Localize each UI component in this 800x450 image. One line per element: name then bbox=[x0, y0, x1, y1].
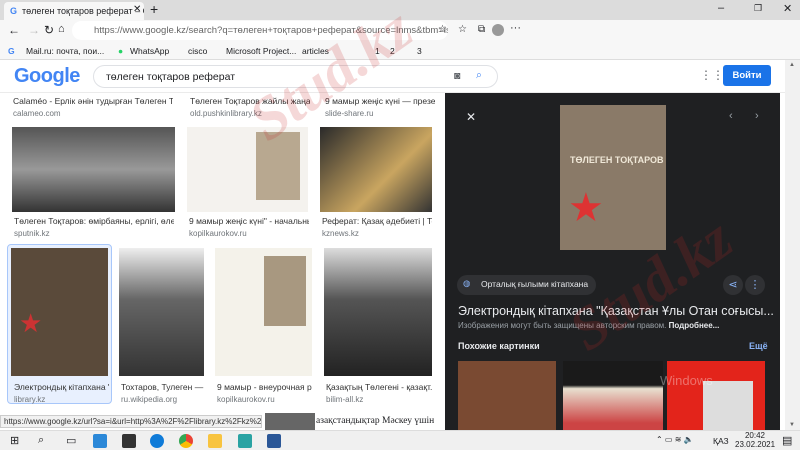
close-window-icon[interactable]: ✕ bbox=[783, 2, 792, 15]
bookmark-whatsapp[interactable]: WhatsApp bbox=[130, 46, 169, 56]
result-card[interactable]: 9 мамыр - внеурочная ра...kopilkaurokov.… bbox=[217, 382, 312, 404]
result-card[interactable]: Calaméo - Ерлік әнін тудырған Төлеген То… bbox=[13, 96, 173, 118]
favorites-icon[interactable]: ☆ bbox=[458, 24, 467, 35]
image-preview-panel: ✕ ‹ › ТӨЛЕГЕН ТОҚТАРОВ ★ ◍ Орталық ғылыми… bbox=[445, 93, 780, 430]
bookmark-2[interactable]: 2 bbox=[390, 46, 395, 56]
file-explorer-icon[interactable] bbox=[208, 434, 222, 448]
taskbar: ⊞ ⌕ ▭ ⌃ ▭ ≋ 🔈 ҚАЗ 20:42 23.02.2021 ▤ bbox=[0, 430, 800, 450]
status-bar: https://www.google.kz/url?sa=i&url=http%… bbox=[0, 415, 262, 428]
forward-icon[interactable]: → bbox=[28, 23, 40, 37]
start-icon[interactable]: ⊞ bbox=[10, 434, 19, 447]
new-tab-icon[interactable]: + bbox=[150, 1, 158, 17]
taskbar-search-icon[interactable]: ⌕ bbox=[38, 434, 44, 447]
google-bookmark-icon[interactable]: G bbox=[8, 46, 15, 56]
result-image[interactable] bbox=[187, 127, 308, 212]
similar-image[interactable] bbox=[563, 361, 663, 430]
similar-more-link[interactable]: Ещё bbox=[749, 341, 768, 351]
result-image[interactable]: ★ bbox=[11, 248, 108, 376]
camera-icon[interactable]: ◙ bbox=[454, 70, 460, 82]
collections-icon[interactable]: ⧉ bbox=[478, 24, 485, 35]
book-title: ТӨЛЕГЕН ТОҚТАРОВ bbox=[570, 155, 664, 165]
copyright-notice: Изображения могут быть защищены авторски… bbox=[458, 321, 667, 330]
apps-grid-icon[interactable]: ⋮⋮ bbox=[700, 68, 724, 82]
whatsapp-taskbar-icon[interactable] bbox=[238, 434, 252, 448]
previous-icon[interactable]: ‹ bbox=[729, 110, 733, 122]
google-logo[interactable]: Google bbox=[14, 65, 80, 88]
globe-icon: ◍ bbox=[463, 278, 471, 288]
chrome-icon[interactable] bbox=[179, 434, 193, 448]
result-card[interactable]: Электрондық кітапхана "... library.kz bbox=[14, 382, 109, 404]
share-icon[interactable]: ⋖ bbox=[723, 275, 743, 295]
result-card[interactable]: Қазақтың Төлегені - қазақт... bilim-all.k… bbox=[326, 382, 432, 404]
result-image[interactable] bbox=[265, 413, 315, 430]
language-indicator[interactable]: ҚАЗ bbox=[713, 436, 729, 446]
result-card[interactable]: 9 мамыр жеңіс күні" - начальны... kopilka… bbox=[189, 216, 309, 238]
whatsapp-icon: ● bbox=[118, 46, 124, 56]
tray-icons[interactable]: ⌃ ▭ ≋ 🔈 bbox=[656, 435, 694, 444]
next-icon[interactable]: › bbox=[755, 110, 759, 122]
back-icon[interactable]: ← bbox=[8, 23, 20, 37]
restore-icon[interactable]: ❐ bbox=[754, 3, 762, 14]
more-info-link[interactable]: Подробнее... bbox=[669, 321, 720, 330]
browser-tab[interactable]: G төлеген тоқтаров реферат – Go bbox=[4, 2, 144, 20]
result-image[interactable] bbox=[324, 248, 432, 376]
more-options-icon[interactable]: ⋮ bbox=[745, 275, 765, 295]
similar-image[interactable] bbox=[458, 361, 556, 430]
notifications-icon[interactable]: ▤ bbox=[782, 434, 792, 447]
avatar[interactable] bbox=[492, 24, 504, 36]
similar-heading: Похожие картинки bbox=[458, 341, 540, 351]
result-card[interactable]: 9 мамыр жеңіс күні — презен...slide-shar… bbox=[325, 96, 435, 118]
bookmark-microsoft-project[interactable]: Microsoft Project... bbox=[226, 46, 296, 56]
result-image[interactable] bbox=[12, 127, 175, 212]
task-view-icon[interactable]: ▭ bbox=[66, 434, 76, 447]
result-card[interactable]: Тохтаров, Тулеген — В...ru.wikipedia.org bbox=[121, 382, 206, 404]
page-scrollbar[interactable]: ▲ ▼ bbox=[785, 60, 800, 430]
close-icon[interactable]: ✕ bbox=[466, 110, 476, 124]
url-text: https://www.google.kz/search?q=төлеген+т… bbox=[94, 25, 448, 36]
red-star-icon: ★ bbox=[568, 186, 604, 230]
result-image[interactable] bbox=[320, 127, 432, 212]
tab-bar: G төлеген тоқтаров реферат – Go ✕ + – ❐ … bbox=[0, 0, 800, 20]
result-image[interactable] bbox=[215, 248, 312, 376]
search-input[interactable]: төлеген тоқтаров реферат ◙ ⌕ bbox=[93, 65, 498, 88]
bookmark-articles[interactable]: articles bbox=[302, 46, 329, 56]
bookmark-1[interactable]: 1 bbox=[375, 46, 380, 56]
search-query: төлеген тоқтаров реферат bbox=[106, 71, 236, 83]
google-header: Google төлеген тоқтаров реферат ◙ ⌕ ⋮⋮ В… bbox=[0, 60, 785, 93]
preview-image[interactable]: ТӨЛЕГЕН ТОҚТАРОВ ★ bbox=[560, 105, 666, 250]
bookmark-cisco[interactable]: cisco bbox=[188, 46, 207, 56]
tab-title: төлеген тоқтаров реферат – Go bbox=[22, 6, 144, 16]
result-card[interactable]: Төлеген Тоқтаров жайлы жаңа к...old.push… bbox=[190, 96, 310, 118]
result-card[interactable]: Төлеген Тоқтаров: өмірбаяны, ерлігі, өле… bbox=[14, 216, 174, 238]
word-icon[interactable] bbox=[267, 434, 281, 448]
bookmarks-bar: G Mail.ru: почта, пои... ● WhatsApp cisc… bbox=[0, 42, 800, 60]
result-image[interactable] bbox=[119, 248, 204, 376]
similar-image[interactable] bbox=[667, 361, 765, 430]
toolbar: ← → ↻ ⌂ https://www.google.kz/search?q=т… bbox=[0, 20, 800, 42]
minimize-icon[interactable]: – bbox=[718, 2, 724, 14]
favorite-star-icon[interactable]: ☆ bbox=[438, 24, 447, 35]
mail-app-icon[interactable] bbox=[93, 434, 107, 448]
clock[interactable]: 20:42 23.02.2021 bbox=[735, 431, 775, 449]
home-icon[interactable]: ⌂ bbox=[58, 23, 65, 35]
source-chip[interactable]: ◍ Орталық ғылыми кітапхана bbox=[457, 275, 597, 295]
search-icon[interactable]: ⌕ bbox=[476, 69, 482, 82]
result-card[interactable]: Реферат: Қазақ әдебиеті | Тоқ...kznews.k… bbox=[322, 216, 432, 238]
preview-title[interactable]: Электрондық кітапхана "Қазақстан Ұлы Ота… bbox=[458, 304, 774, 318]
bookmark-3[interactable]: 3 bbox=[417, 46, 422, 56]
bookmark-mail[interactable]: Mail.ru: почта, пои... bbox=[26, 46, 104, 56]
windows-activation-watermark: Windows bbox=[660, 373, 713, 388]
reload-icon[interactable]: ↻ bbox=[44, 23, 54, 37]
google-favicon-icon: G bbox=[10, 6, 18, 16]
sign-in-button[interactable]: Войти bbox=[723, 65, 771, 86]
close-tab-icon[interactable]: ✕ bbox=[133, 4, 141, 15]
store-icon[interactable] bbox=[122, 434, 136, 448]
address-bar[interactable]: https://www.google.kz/search?q=төлеген+т… bbox=[72, 21, 448, 40]
edge-icon[interactable] bbox=[150, 434, 164, 448]
partial-text: азақстандықтар Мәскеу үшін bbox=[316, 416, 435, 426]
more-icon[interactable]: ··· bbox=[510, 22, 521, 34]
